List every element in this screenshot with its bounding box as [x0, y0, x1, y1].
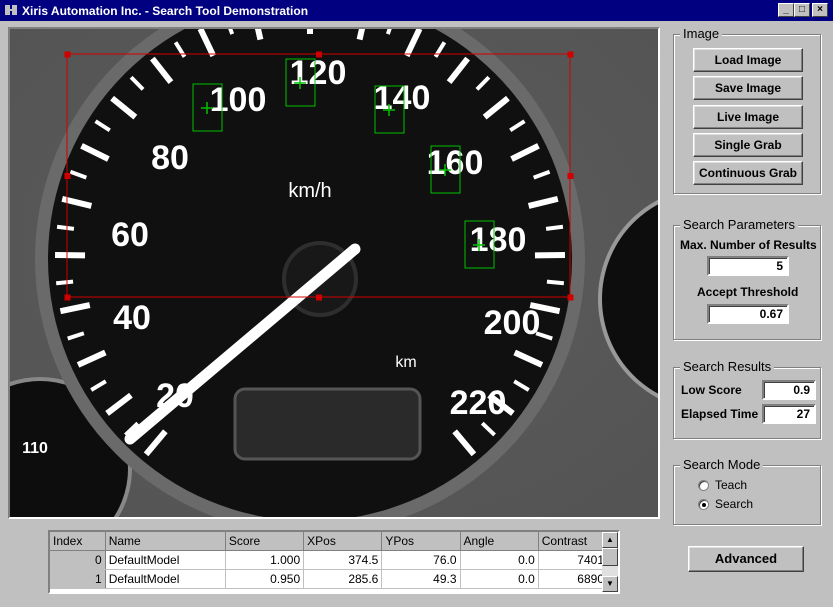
table-cell: 0.950 — [225, 569, 305, 589]
unit-speed-label: km/h — [288, 180, 331, 202]
column-header-name[interactable]: Name — [105, 532, 226, 551]
minimize-button[interactable]: _ — [778, 3, 794, 17]
table-cell: 285.6 — [303, 569, 383, 589]
gauge-label-160: 160 — [427, 144, 484, 182]
search-mode-group: Search Mode Teach Search — [673, 457, 821, 525]
column-header-angle[interactable]: Angle — [460, 532, 539, 551]
gauge-label-180: 180 — [470, 221, 527, 259]
gauge-label-100: 100 — [210, 81, 267, 119]
elapsed-time-label: Elapsed Time — [681, 407, 759, 421]
search-parameters-group: Search Parameters Max. Number of Results… — [673, 217, 821, 340]
table-row[interactable]: 0 DefaultModel 1.000 374.5 76.0 0.0 7401.9 — [50, 550, 618, 570]
low-score-label: Low Score — [681, 383, 742, 397]
maximize-button[interactable]: □ — [794, 3, 810, 17]
roi-handle[interactable] — [64, 51, 71, 58]
table-cell: 0 — [50, 550, 106, 570]
accept-threshold-field[interactable]: 0.67 — [707, 304, 789, 324]
roi-handle[interactable] — [64, 294, 71, 301]
speedometer-image: 20406080100120140160180200220 km/h km 11… — [10, 29, 658, 517]
roi-handle[interactable] — [316, 51, 322, 58]
column-header-index[interactable]: Index — [50, 532, 106, 551]
max-results-label: Max. Number of Results — [680, 238, 817, 252]
gauge-tick — [56, 224, 75, 231]
search-radio[interactable]: Search — [698, 497, 753, 511]
unit-odo-label: km — [395, 354, 416, 371]
gauge-label-40: 40 — [113, 299, 151, 337]
secondary-gauge-label: 110 — [22, 440, 48, 457]
table-row[interactable]: 1 DefaultModel 0.950 285.6 49.3 0.0 6890.3 — [50, 569, 618, 589]
gauge-label-140: 140 — [374, 79, 431, 117]
accept-threshold-label: Accept Threshold — [697, 285, 799, 299]
continuous-grab-button[interactable]: Continuous Grab — [693, 161, 803, 185]
column-header-xpos[interactable]: XPos — [303, 532, 383, 551]
scroll-down-arrow-icon[interactable]: ▼ — [602, 576, 618, 592]
gauge-label-60: 60 — [111, 216, 149, 254]
gauge-tick — [545, 224, 564, 231]
close-button[interactable]: × — [812, 3, 828, 17]
gauge-label-220: 220 — [450, 384, 507, 422]
results-table[interactable]: Index Name Score XPos YPos Angle Contrast 0 Def… — [48, 530, 620, 594]
column-header-score[interactable]: Score — [225, 532, 305, 551]
gauge-tick — [546, 279, 565, 286]
advanced-button[interactable]: Advanced — [688, 546, 804, 572]
table-cell: 49.3 — [381, 569, 461, 589]
app-icon — [5, 5, 17, 15]
search-radio-dot[interactable] — [698, 498, 709, 510]
table-cell: 374.5 — [303, 550, 383, 570]
table-cell: 0.0 — [460, 550, 539, 570]
search-results-group: Search Results Low Score 0.9 Elapsed Tim… — [673, 359, 821, 439]
single-grab-button[interactable]: Single Grab — [693, 133, 803, 157]
scroll-thumb[interactable] — [602, 548, 618, 566]
search-radio-label: Search — [715, 497, 754, 511]
table-cell: 1.000 — [225, 550, 305, 570]
search-results-title: Search Results — [680, 359, 775, 374]
elapsed-time-field: 27 — [762, 404, 816, 424]
image-view[interactable]: 20406080100120140160180200220 km/h km 11… — [8, 27, 660, 519]
title-bar[interactable]: Xiris Automation Inc. - Search Tool Demo… — [0, 0, 833, 21]
gauge-label-120: 120 — [290, 54, 347, 92]
gauge-label-80: 80 — [151, 139, 189, 177]
search-mode-title: Search Mode — [680, 457, 764, 472]
scroll-up-arrow-icon[interactable]: ▲ — [602, 532, 618, 548]
roi-handle[interactable] — [316, 294, 322, 301]
low-score-field: 0.9 — [762, 380, 816, 400]
image-group-title: Image — [680, 26, 723, 41]
search-parameters-title: Search Parameters — [680, 217, 798, 232]
save-image-button[interactable]: Save Image — [693, 76, 803, 100]
teach-radio-dot[interactable] — [698, 479, 709, 491]
window-title: Xiris Automation Inc. - Search Tool Demo… — [22, 4, 309, 18]
table-cell: 76.0 — [381, 550, 461, 570]
load-image-button[interactable]: Load Image — [693, 48, 803, 72]
table-cell: 0.0 — [460, 569, 539, 589]
table-cell: DefaultModel — [105, 550, 226, 570]
roi-handle[interactable] — [64, 173, 71, 179]
max-results-field[interactable]: 5 — [707, 256, 789, 276]
table-vertical-scrollbar[interactable]: ▲ ▼ — [602, 532, 618, 592]
image-group: Image Load Image Save Image Live Image S… — [673, 26, 821, 194]
results-grid[interactable]: Index Name Score XPos YPos Angle Contrast 0 Def… — [50, 532, 618, 589]
gauge-tick — [55, 279, 74, 286]
roi-handle[interactable] — [567, 173, 574, 179]
gauge-label-200: 200 — [484, 304, 541, 342]
table-cell: DefaultModel — [105, 569, 226, 589]
roi-handle[interactable] — [567, 294, 574, 301]
teach-radio-label: Teach — [715, 478, 748, 492]
roi-handle[interactable] — [567, 51, 574, 58]
teach-radio[interactable]: Teach — [698, 478, 747, 492]
table-cell: 1 — [50, 569, 106, 589]
column-header-ypos[interactable]: YPos — [381, 532, 461, 551]
live-image-button[interactable]: Live Image — [693, 105, 803, 129]
